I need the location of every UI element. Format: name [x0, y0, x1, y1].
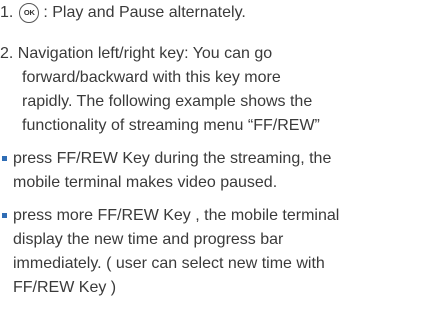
bullet-line: press more FF/REW Key , the mobile termi…: [13, 207, 340, 224]
bullet-item-2: press more FF/REW Key , the mobile termi…: [0, 204, 339, 300]
item-text: : Play and Pause alternately.: [43, 4, 246, 21]
bullet-line: FF/REW Key ): [13, 279, 117, 296]
bullet-item-1: press FF/REW Key during the streaming, t…: [0, 147, 331, 195]
item-line: 2. Navigation left/right key: You can go: [0, 45, 273, 62]
item-line: functionality of streaming menu “FF/REW”: [22, 117, 320, 134]
bullet-line: mobile terminal makes video paused.: [13, 174, 278, 191]
instruction-item-1: 1. OK : Play and Pause alternately.: [0, 1, 246, 25]
item-line: rapidly. The following example shows the: [22, 93, 313, 110]
bullet-line: display the new time and progress bar: [13, 231, 284, 248]
bullet-marker: [2, 156, 7, 161]
ok-button-icon: OK: [19, 3, 40, 23]
item-line: forward/backward with this key more: [22, 69, 281, 86]
bullet-line: immediately. ( user can select new time …: [13, 255, 325, 272]
instruction-item-2: 2. Navigation left/right key: You can go…: [0, 42, 320, 138]
bullet-marker: [2, 213, 7, 218]
bullet-line: press FF/REW Key during the streaming, t…: [13, 150, 332, 167]
item-number: 1.: [0, 4, 14, 21]
